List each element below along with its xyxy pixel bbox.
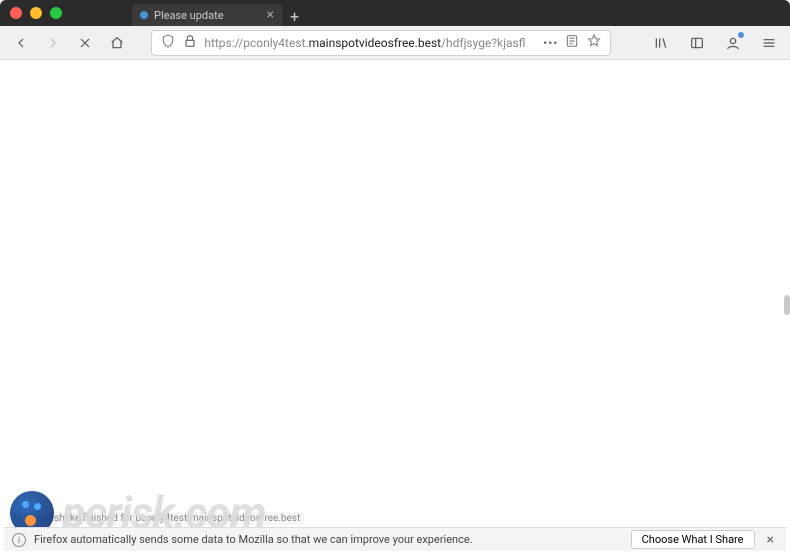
url-text: https://pconly4test.mainspotvideosfree.b… (204, 36, 537, 50)
choose-share-button[interactable]: Choose What I Share (631, 530, 755, 549)
status-bar: TLS handshake finished for pconly4test.m… (8, 512, 304, 525)
close-notification-button[interactable]: × (763, 532, 778, 548)
notification-text: Firefox automatically sends some data to… (34, 533, 473, 546)
lock-icon (182, 33, 198, 52)
close-tab-button[interactable]: × (267, 8, 274, 22)
loading-throbber-icon (140, 11, 148, 19)
info-icon: i (12, 533, 26, 547)
toolbar-right (648, 30, 782, 56)
close-window-button[interactable] (10, 7, 22, 19)
maximize-window-button[interactable] (50, 7, 62, 19)
status-text: TLS handshake finished for pconly4test.m… (12, 513, 300, 524)
account-icon[interactable] (720, 30, 746, 56)
home-button[interactable] (104, 30, 130, 56)
forward-button[interactable] (40, 30, 66, 56)
tab-title: Please update (154, 9, 224, 22)
tab-strip: Please update × + (132, 0, 780, 26)
menu-icon[interactable] (756, 30, 782, 56)
toolbar: https://pconly4test.mainspotvideosfree.b… (0, 26, 790, 60)
bookmark-star-icon[interactable] (586, 33, 602, 52)
new-tab-button[interactable]: + (282, 7, 307, 26)
shield-icon (160, 33, 176, 52)
browser-tab[interactable]: Please update × (132, 4, 282, 26)
titlebar: Please update × + (0, 0, 790, 26)
traffic-lights (10, 7, 62, 19)
sidebar-icon[interactable] (684, 30, 710, 56)
page-actions-more[interactable]: ••• (543, 36, 558, 50)
reader-mode-icon[interactable] (564, 33, 580, 52)
back-button[interactable] (8, 30, 34, 56)
notification-bar: i Firefox automatically sends some data … (4, 527, 786, 551)
scrollbar-thumb[interactable] (784, 295, 790, 315)
url-bar[interactable]: https://pconly4test.mainspotvideosfree.b… (151, 30, 611, 56)
stop-reload-button[interactable] (72, 30, 98, 56)
library-icon[interactable] (648, 30, 674, 56)
minimize-window-button[interactable] (30, 7, 42, 19)
page-content (4, 60, 786, 525)
